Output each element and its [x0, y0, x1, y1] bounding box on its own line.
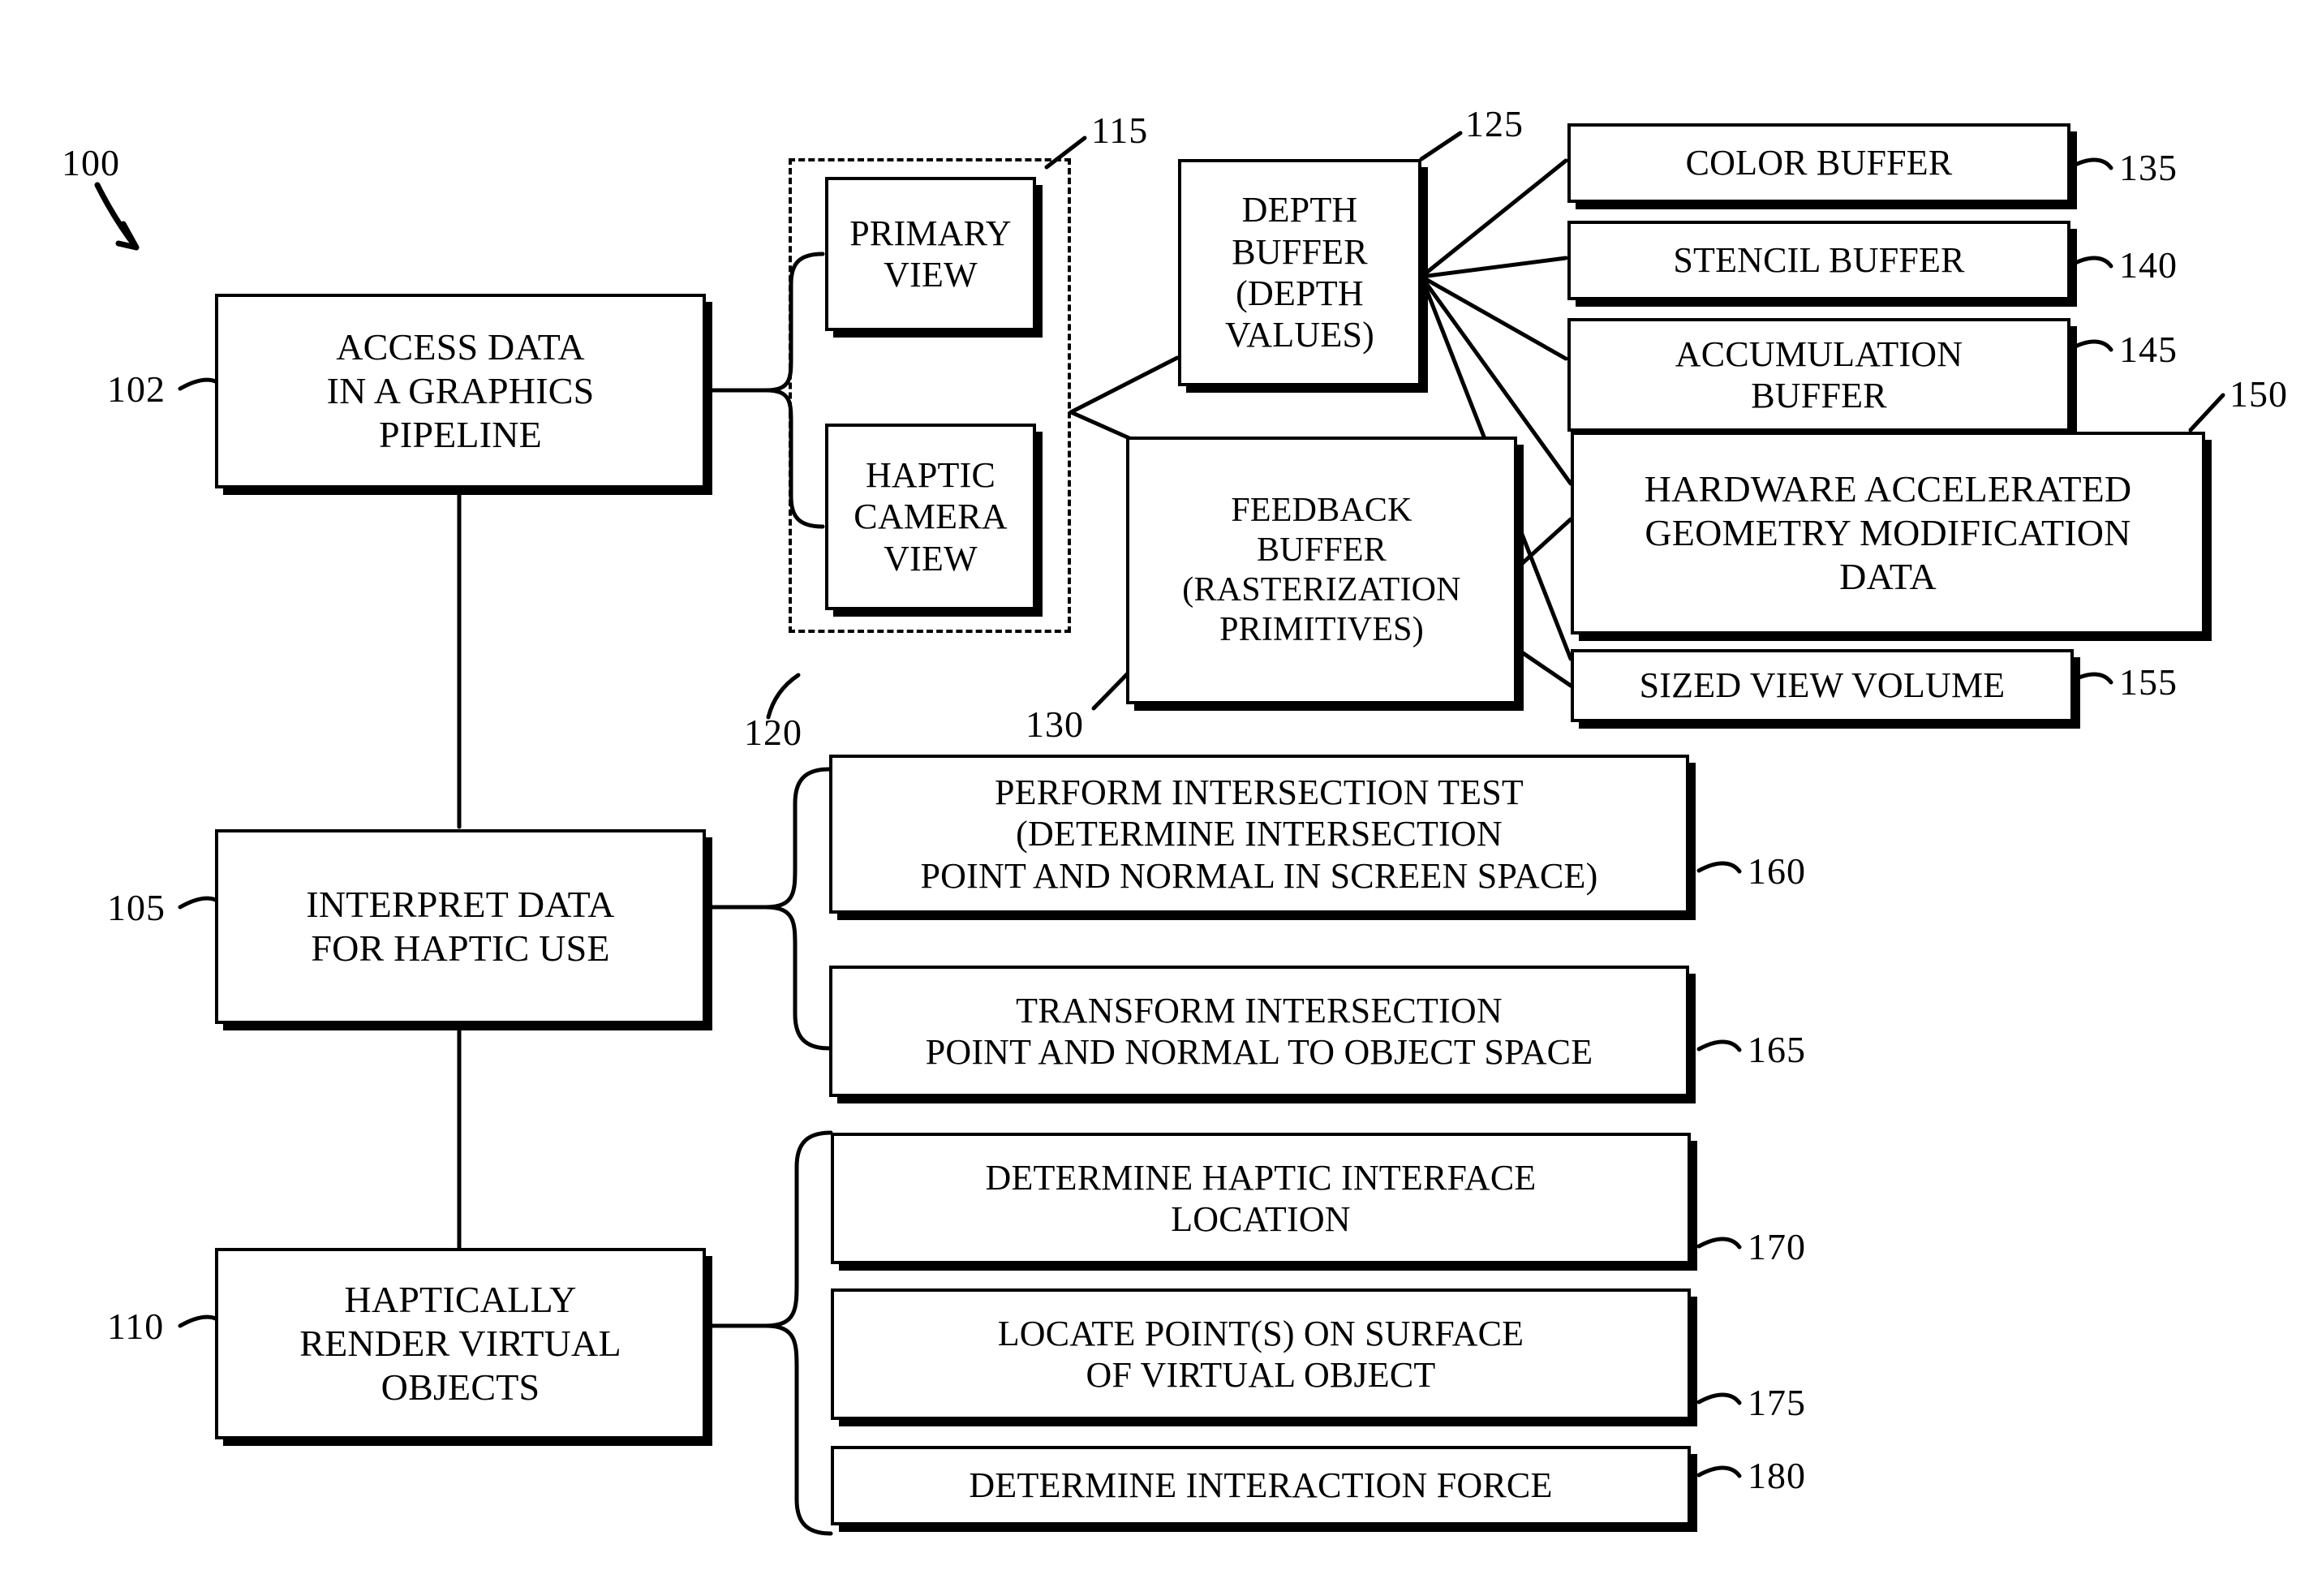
leader-140 [2068, 256, 2113, 269]
box-interpret-data[interactable]: INTERPRET DATA FOR HAPTIC USE [215, 829, 706, 1024]
box-feedback-buffer-label: FEEDBACK BUFFER (RASTERIZATION PRIMITIVE… [1182, 491, 1461, 649]
brace-160-165-lower [763, 905, 832, 1051]
box-color-buffer-label: COLOR BUFFER [1685, 143, 1953, 183]
box-accumulation-buffer[interactable]: ACCUMULATION BUFFER [1567, 318, 2070, 432]
leader-165 [1696, 1039, 1742, 1052]
ref-160: 160 [1748, 850, 1806, 892]
ref-125: 125 [1465, 103, 1524, 144]
brace-170-180-upper [763, 1130, 833, 1328]
box-color-buffer[interactable]: COLOR BUFFER [1567, 123, 2070, 203]
box-stencil-buffer-label: STENCIL BUFFER [1673, 240, 1965, 281]
box-determine-interaction-force-label: DETERMINE INTERACTION FORCE [969, 1465, 1553, 1506]
box-haptic-camera-view[interactable]: HAPTIC CAMERA VIEW [825, 424, 1036, 610]
link-depth-accumulation [1419, 274, 1568, 361]
ref-135: 135 [2119, 147, 2178, 188]
leader-145 [2068, 339, 2113, 352]
box-interpret-data-label: INTERPRET DATA FOR HAPTIC USE [306, 884, 615, 969]
box-haptically-render[interactable]: HAPTICALLY RENDER VIRTUAL OBJECTS [215, 1248, 706, 1439]
box-sized-view-volume-label: SIZED VIEW VOLUME [1639, 665, 2006, 706]
brace-160-165-upper [763, 767, 832, 910]
link-depth-stencil [1419, 256, 1568, 279]
box-transform-intersection[interactable]: TRANSFORM INTERSECTION POINT AND NORMAL … [829, 966, 1689, 1097]
box-hardware-accelerated-geometry-label: HARDWARE ACCELERATED GEOMETRY MODIFICATI… [1644, 468, 2132, 597]
box-determine-haptic-interface-location-label: DETERMINE HAPTIC INTERFACE LOCATION [985, 1157, 1537, 1239]
box-access-data-label: ACCESS DATA IN A GRAPHICS PIPELINE [326, 326, 595, 455]
leader-125 [1419, 131, 1463, 161]
box-depth-buffer-label: DEPTH BUFFER (DEPTH VALUES) [1225, 190, 1374, 355]
ref-175: 175 [1748, 1382, 1806, 1423]
box-determine-haptic-interface-location[interactable]: DETERMINE HAPTIC INTERFACE LOCATION [831, 1133, 1691, 1264]
ref-115: 115 [1091, 110, 1149, 151]
ref-145: 145 [2119, 329, 2178, 370]
box-primary-view-label: PRIMARY VIEW [849, 213, 1012, 295]
leader-160 [1696, 861, 1742, 874]
brace-170-180-lower [763, 1323, 833, 1536]
link-views-feedbackbuffer [1069, 410, 1132, 441]
leader-175 [1696, 1392, 1742, 1405]
ref-130: 130 [1026, 703, 1084, 745]
leader-180 [1696, 1465, 1742, 1478]
ref-140: 140 [2119, 244, 2178, 286]
box-haptically-render-label: HAPTICALLY RENDER VIRTUAL OBJECTS [299, 1279, 621, 1408]
box-feedback-buffer[interactable]: FEEDBACK BUFFER (RASTERIZATION PRIMITIVE… [1126, 437, 1517, 704]
ref-165: 165 [1748, 1029, 1806, 1070]
ref-figure-100: 100 [62, 142, 120, 183]
box-perform-intersection-test[interactable]: PERFORM INTERSECTION TEST (DETERMINE INT… [829, 755, 1689, 914]
leader-150 [2188, 393, 2225, 432]
box-haptic-camera-view-label: HAPTIC CAMERA VIEW [854, 454, 1008, 579]
figure-lead-arrowhead [115, 221, 140, 251]
link-feedback-hardware [1515, 517, 1573, 570]
leader-170 [1696, 1237, 1742, 1250]
figure-canvas: ACCESS DATA IN A GRAPHICS PIPELINE PRIMA… [0, 0, 2309, 1596]
ref-155: 155 [2119, 661, 2178, 703]
leader-135 [2068, 157, 2113, 170]
ref-150: 150 [2229, 373, 2288, 415]
box-locate-points-on-surface[interactable]: LOCATE POINT(S) ON SURFACE OF VIRTUAL OB… [831, 1288, 1691, 1420]
ref-105: 105 [107, 887, 166, 928]
box-primary-view[interactable]: PRIMARY VIEW [825, 177, 1036, 331]
link-depth-color [1419, 158, 1568, 279]
ref-102: 102 [107, 368, 166, 410]
leader-155 [2068, 672, 2113, 685]
box-access-data[interactable]: ACCESS DATA IN A GRAPHICS PIPELINE [215, 294, 706, 488]
box-hardware-accelerated-geometry[interactable]: HARDWARE ACCELERATED GEOMETRY MODIFICATI… [1571, 432, 2205, 635]
figure-lead-arrow [94, 182, 140, 251]
box-perform-intersection-test-label: PERFORM INTERSECTION TEST (DETERMINE INT… [920, 772, 1598, 896]
box-sized-view-volume[interactable]: SIZED VIEW VOLUME [1571, 649, 2074, 722]
link-views-depthbuffer [1069, 355, 1180, 415]
box-determine-interaction-force[interactable]: DETERMINE INTERACTION FORCE [831, 1446, 1691, 1525]
link-feedback-sizedview [1515, 647, 1573, 688]
ref-180: 180 [1748, 1455, 1806, 1496]
ref-170: 170 [1748, 1226, 1806, 1267]
box-transform-intersection-label: TRANSFORM INTERSECTION POINT AND NORMAL … [925, 990, 1593, 1072]
box-accumulation-buffer-label: ACCUMULATION BUFFER [1675, 333, 1963, 415]
leader-130 [1091, 671, 1130, 711]
box-depth-buffer[interactable]: DEPTH BUFFER (DEPTH VALUES) [1178, 159, 1421, 386]
ref-110: 110 [107, 1306, 165, 1347]
box-stencil-buffer[interactable]: STENCIL BUFFER [1567, 221, 2070, 300]
box-locate-points-on-surface-label: LOCATE POINT(S) ON SURFACE OF VIRTUAL OB… [997, 1313, 1524, 1395]
ref-120: 120 [744, 712, 802, 753]
